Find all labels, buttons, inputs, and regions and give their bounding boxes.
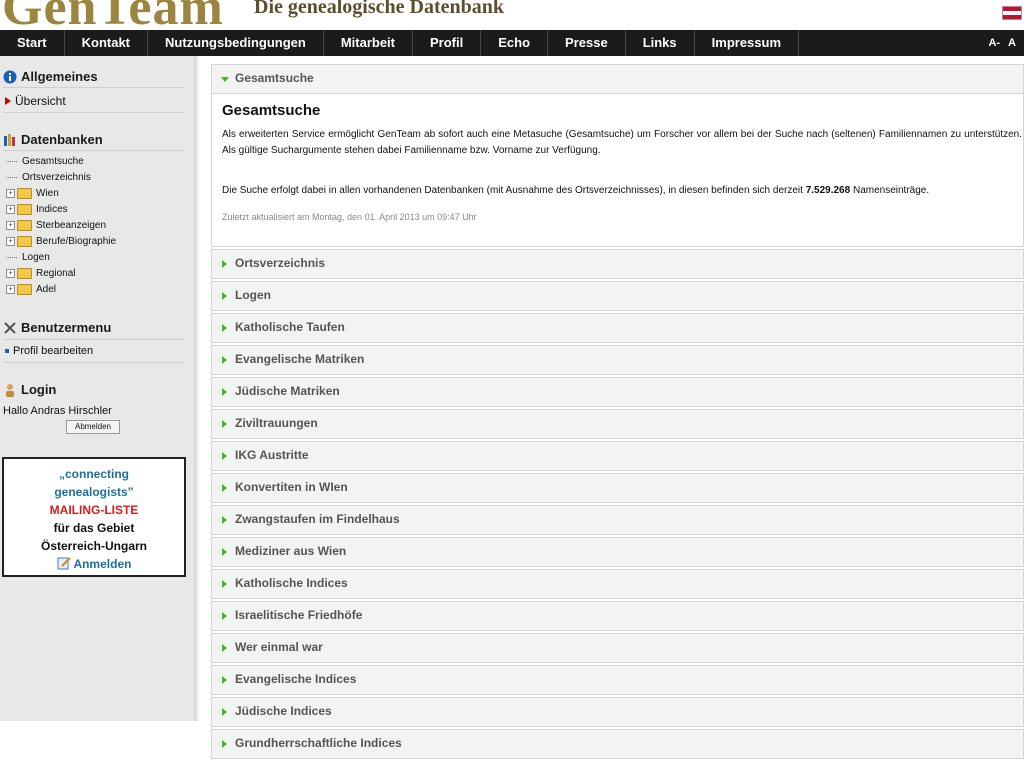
- triangle-down-icon: [221, 77, 229, 82]
- triangle-right-icon: [222, 452, 227, 460]
- section-header[interactable]: Evangelische Matriken: [211, 345, 1024, 375]
- main-content: Gesamtsuche Gesamtsuche Als erweiterten …: [211, 64, 1024, 761]
- tree-item-regional[interactable]: + Regional: [6, 268, 75, 279]
- section-header[interactable]: Evangelische Indices: [211, 665, 1024, 695]
- section-header[interactable]: Ortsverzeichnis: [211, 249, 1024, 279]
- folder-icon: [17, 220, 32, 231]
- section-header[interactable]: Jüdische Indices: [211, 697, 1024, 727]
- folder-icon: [17, 268, 32, 279]
- login-heading: Login: [3, 382, 56, 397]
- allgemeines-heading: Allgemeines: [3, 69, 98, 84]
- section-header[interactable]: Zwangstaufen im Findelhaus: [211, 505, 1024, 535]
- main-nav: Start Kontakt Nutzungsbedingungen Mitarb…: [0, 30, 1024, 56]
- triangle-right-icon: [222, 548, 227, 556]
- article-paragraph-count: Die Suche erfolgt dabei in allen vorhand…: [222, 185, 930, 196]
- section-header[interactable]: Katholische Indices: [211, 569, 1024, 599]
- sidebar: Allgemeines Übersicht Datenbanken Gesamt…: [0, 56, 200, 721]
- triangle-right-icon: [222, 484, 227, 492]
- triangle-right-icon: [222, 708, 227, 716]
- expand-icon[interactable]: +: [6, 205, 15, 214]
- section-header[interactable]: Ziviltrauungen: [211, 409, 1024, 439]
- section-gesamtsuche-header[interactable]: Gesamtsuche: [211, 64, 1024, 94]
- logout-button[interactable]: Abmelden: [66, 420, 120, 434]
- bullet-icon: [5, 349, 9, 353]
- tree-item-wien[interactable]: + Wien: [6, 188, 59, 199]
- section-header[interactable]: Wer einmal war: [211, 633, 1024, 663]
- mailing-list-promo[interactable]: „connecting genealogists” MAILING-LISTE …: [2, 457, 186, 577]
- folder-icon: [17, 204, 32, 215]
- site-tagline: Die genealogische Datenbank: [254, 0, 504, 18]
- datenbanken-heading: Datenbanken: [3, 132, 103, 147]
- last-updated: Zuletzt aktualisiert am Montag, den 01. …: [222, 212, 477, 222]
- folder-icon: [17, 284, 32, 295]
- tree-item-gesamtsuche[interactable]: Gesamtsuche: [6, 156, 84, 167]
- tree-item-berufe-biographie[interactable]: + Berufe/Biographie: [6, 236, 116, 247]
- triangle-right-icon: [222, 292, 227, 300]
- section-header[interactable]: Konvertiten in WIen: [211, 473, 1024, 503]
- section-header[interactable]: Logen: [211, 281, 1024, 311]
- sidebar-item-uebersicht[interactable]: Übersicht: [5, 94, 66, 108]
- site-logo[interactable]: GenTeam: [2, 0, 224, 30]
- triangle-right-icon: [222, 388, 227, 396]
- folder-icon: [17, 236, 32, 247]
- database-books-icon: [4, 133, 15, 146]
- nav-echo[interactable]: Echo: [481, 30, 549, 56]
- section-header[interactable]: Israelitische Friedhöfe: [211, 601, 1024, 631]
- tree-item-adel[interactable]: + Adel: [6, 284, 56, 295]
- tools-icon: [4, 321, 16, 334]
- expand-icon[interactable]: +: [6, 285, 15, 294]
- triangle-right-icon: [222, 740, 227, 748]
- promo-signup-link[interactable]: Anmelden: [4, 555, 184, 573]
- section-header[interactable]: Grundherrschaftliche Indices: [211, 729, 1024, 759]
- nav-impressum[interactable]: Impressum: [695, 30, 800, 56]
- section-header[interactable]: Mediziner aus Wien: [211, 537, 1024, 567]
- nav-start[interactable]: Start: [0, 30, 65, 56]
- edit-note-icon: [57, 557, 71, 570]
- font-size-controls: A- A: [988, 30, 1024, 56]
- section-list: Ortsverzeichnis Logen Katholische Taufen Ev…: [211, 249, 1024, 759]
- info-icon: [3, 70, 17, 83]
- arrow-right-icon: [5, 97, 11, 105]
- nav-profil[interactable]: Profil: [413, 30, 482, 56]
- nav-presse[interactable]: Presse: [548, 30, 626, 56]
- expand-icon[interactable]: +: [6, 221, 15, 230]
- triangle-right-icon: [222, 644, 227, 652]
- article-paragraph: Als erweiterten Service ermöglicht GenTe…: [222, 129, 1022, 156]
- folder-icon: [17, 188, 32, 199]
- austria-flag-icon[interactable]: [1002, 6, 1022, 20]
- expand-icon[interactable]: +: [6, 237, 15, 246]
- triangle-right-icon: [222, 420, 227, 428]
- nav-links[interactable]: Links: [626, 30, 695, 56]
- expand-icon[interactable]: +: [6, 269, 15, 278]
- triangle-right-icon: [222, 324, 227, 332]
- article-heading: Gesamtsuche: [222, 102, 321, 119]
- section-gesamtsuche-body: Gesamtsuche Als erweiterten Service ermö…: [211, 94, 1024, 247]
- tree-item-indices[interactable]: + Indices: [6, 204, 68, 215]
- triangle-right-icon: [222, 580, 227, 588]
- expand-icon[interactable]: +: [6, 189, 15, 198]
- font-smaller-button[interactable]: A-: [988, 37, 1000, 49]
- triangle-right-icon: [222, 260, 227, 268]
- font-larger-button[interactable]: A: [1008, 37, 1016, 49]
- login-greeting: Hallo Andras Hirschler: [3, 405, 112, 417]
- tree-item-logen[interactable]: Logen: [6, 252, 50, 263]
- nav-nutzungsbedingungen[interactable]: Nutzungsbedingungen: [148, 30, 324, 56]
- triangle-right-icon: [222, 356, 227, 364]
- section-header[interactable]: Katholische Taufen: [211, 313, 1024, 343]
- triangle-right-icon: [222, 516, 227, 524]
- tree-item-ortsverzeichnis[interactable]: Ortsverzeichnis: [6, 172, 91, 183]
- tree-item-sterbeanzeigen[interactable]: + Sterbeanzeigen: [6, 220, 106, 231]
- nav-kontakt[interactable]: Kontakt: [65, 30, 149, 56]
- user-icon: [6, 383, 14, 397]
- section-header[interactable]: IKG Austritte: [211, 441, 1024, 471]
- site-header: GenTeam Die genealogische Datenbank: [0, 0, 1024, 30]
- nav-mitarbeit[interactable]: Mitarbeit: [324, 30, 413, 56]
- benutzermenu-heading: Benutzermenu: [3, 320, 111, 335]
- section-header[interactable]: Jüdische Matriken: [211, 377, 1024, 407]
- triangle-right-icon: [222, 676, 227, 684]
- name-entry-count: 7.529.268: [805, 185, 851, 196]
- triangle-right-icon: [222, 612, 227, 620]
- sidebar-item-profil-bearbeiten[interactable]: Profil bearbeiten: [5, 345, 93, 357]
